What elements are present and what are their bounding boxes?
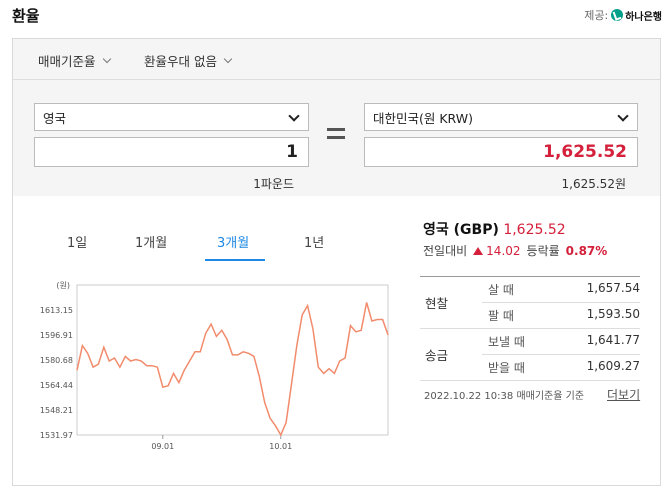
change-summary: 전일대비 14.02 등락률 0.87% [423,242,607,259]
tab-1y[interactable]: 1년 [304,232,324,251]
currency-name: 영국 (GBP) [423,222,499,238]
bank-logo-icon [611,9,624,21]
chevron-down-icon [288,110,300,122]
buy-label: 살 때 [488,283,514,297]
page-title: 환율 [12,7,40,25]
sell-value: 1,593.50 [586,307,640,321]
y-tick-label: 1580.68 [40,356,73,365]
buy-value: 1,657.54 [586,281,640,295]
from-currency-label: 영국 [43,110,67,126]
divider [13,79,660,80]
receive-value: 1,609.27 [586,359,640,373]
send-value: 1,641.77 [586,333,640,347]
tab-1m[interactable]: 1개월 [135,232,167,251]
y-tick-label: 1548.21 [40,406,73,415]
provider: 제공: 하나은행 [584,7,662,23]
chevron-down-icon [223,54,233,63]
provider-label: 제공: [584,9,609,22]
rate-chart: (원) 1613.15 1596.91 1580.68 1564.44 1548.21 1… [40,281,389,451]
update-info: 2022.10.22 10:38 매매기준율 기준 [424,387,584,402]
wire-label: 송금 [425,348,449,363]
x-tick-label: 10.01 [269,442,292,451]
x-tick-label: 09.01 [151,442,174,451]
chevron-down-icon [102,54,111,63]
standard-rate-label: 매매기준율 [38,54,96,69]
rate-line [76,302,389,437]
from-amount-input[interactable]: 1 [34,137,309,167]
send-label: 보낼 때 [488,335,525,349]
up-arrow-icon [473,246,484,255]
preferential-rate-dropdown[interactable]: 환율우대 없음 [144,51,233,70]
cash-label: 현찰 [425,296,449,311]
current-rate: 1,625.52 [503,222,566,238]
active-tab-indicator [205,259,265,261]
from-unit: 1파운드 [253,177,294,191]
preferential-rate-label: 환율우대 없음 [144,54,217,69]
y-tick-label: 1613.15 [40,306,73,315]
to-currency-select[interactable]: 대한민국(원 KRW) [364,103,638,131]
tab-1d[interactable]: 1일 [67,232,87,251]
receive-label: 받을 때 [488,361,525,375]
rate-summary: 영국 (GBP) 1,625.52 [423,219,566,239]
tab-3m[interactable]: 3개월 [217,232,249,251]
sell-label: 팔 때 [488,309,514,323]
y-tick-label: 1531.97 [40,431,73,440]
change-value: 14.02 [486,243,521,258]
provider-logo: 하나은행 [611,8,662,23]
change-percent: 0.87% [565,243,608,258]
y-tick-label: 1596.91 [40,331,73,340]
chevron-down-icon [617,110,629,122]
to-unit: 1,625.52원 [561,177,626,191]
y-tick-label: 1564.44 [40,381,73,390]
rate-change-label: 등락률 [526,244,560,258]
standard-rate-dropdown[interactable]: 매매기준율 [38,51,111,70]
to-amount-input[interactable]: 1,625.52 [364,137,638,167]
equals-icon [327,128,345,144]
y-axis-unit: (원) [56,281,70,290]
change-label: 전일대비 [423,244,468,258]
provider-name: 하나은행 [625,11,662,23]
from-currency-select[interactable]: 영국 [34,103,309,131]
more-link[interactable]: 더보기 [607,386,640,403]
basis-note: 매매기준율 기준 [516,391,585,402]
to-currency-label: 대한민국(원 KRW) [373,110,473,126]
timestamp: 2022.10.22 10:38 [424,391,514,402]
